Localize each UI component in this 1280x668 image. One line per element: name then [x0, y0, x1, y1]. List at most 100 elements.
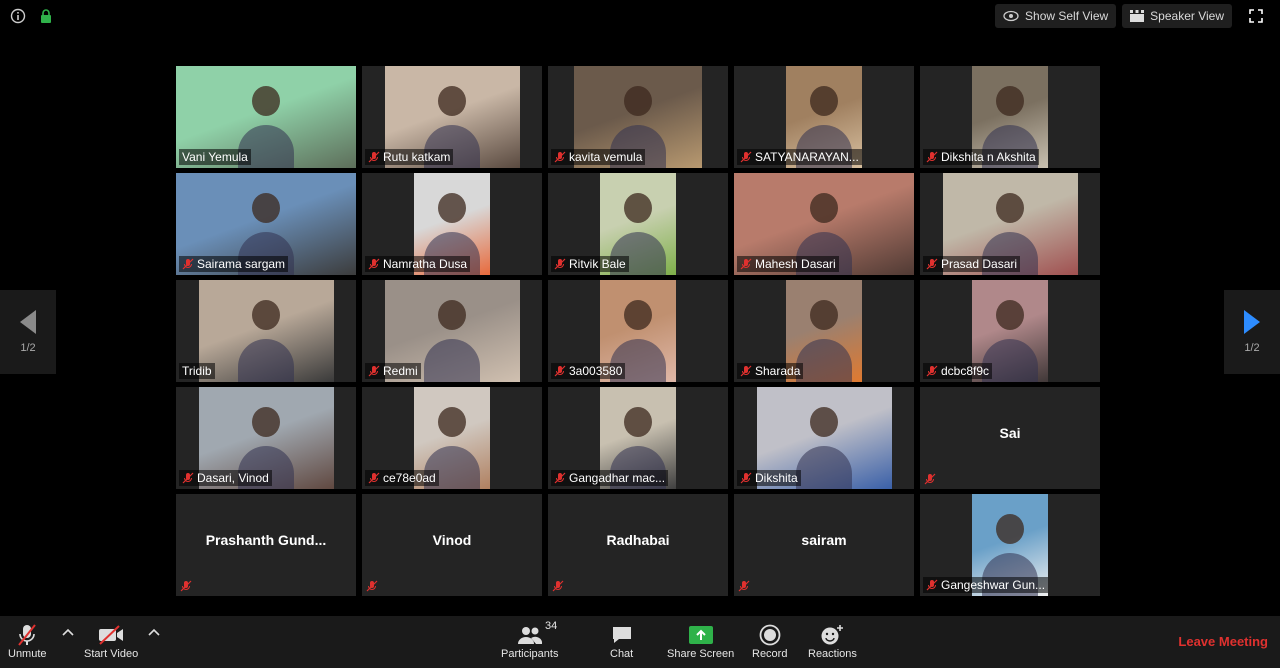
participant-tile[interactable]: sairam [734, 494, 914, 596]
participant-name: dcbc8f9c [941, 364, 990, 378]
participant-name: Tridib [182, 364, 212, 378]
participant-silhouette [252, 193, 280, 224]
muted-mic-icon [366, 580, 378, 592]
participant-tile[interactable]: Mahesh Dasari [734, 173, 914, 275]
participant-name-label: Dikshita [737, 470, 801, 486]
leave-meeting-button[interactable]: Leave Meeting [1178, 634, 1268, 649]
muted-mic-icon [182, 472, 194, 484]
participant-tile[interactable]: Rutu katkam [362, 66, 542, 168]
participants-label: Participants [501, 648, 559, 660]
participant-tile[interactable]: Gangadhar mac... [548, 387, 728, 489]
participant-tile[interactable]: kavita vemula [548, 66, 728, 168]
participant-name: sairam [801, 532, 847, 548]
participant-name: Prashanth Gund... [205, 532, 327, 548]
chat-button[interactable]: Chat [610, 622, 633, 660]
participant-tile[interactable]: 3a003580 [548, 280, 728, 382]
participant-tile[interactable]: Dikshita [734, 387, 914, 489]
participant-silhouette [996, 193, 1024, 224]
participant-tile[interactable]: Gangeshwar Gun... [920, 494, 1100, 596]
arrow-right-icon [1244, 310, 1260, 334]
participant-name-label: Gangeshwar Gun... [923, 577, 1049, 593]
start-video-button[interactable]: Start Video [84, 622, 138, 660]
participant-silhouette [996, 86, 1024, 117]
participant-tile[interactable]: Sai [920, 387, 1100, 489]
participant-tile[interactable]: Redmi [362, 280, 542, 382]
muted-mic-icon [180, 580, 192, 592]
meeting-toolbar: Unmute Start Video 34 Participants Chat … [0, 616, 1280, 668]
unmute-button[interactable]: Unmute [8, 622, 47, 660]
muted-mic-icon [368, 472, 380, 484]
lock-icon[interactable] [38, 8, 54, 24]
participant-silhouette [996, 300, 1024, 331]
participant-body [796, 339, 852, 382]
view-controls: Show Self View Speaker View [995, 4, 1268, 28]
participant-name: SATYANARAYAN... [755, 150, 859, 164]
muted-mic-icon [738, 580, 750, 592]
participant-tile[interactable]: Sairama sargam [176, 173, 356, 275]
participants-button[interactable]: 34 Participants [501, 620, 559, 660]
participant-silhouette [810, 86, 838, 117]
participant-name: Radhabai [606, 532, 670, 548]
audio-options-caret-icon[interactable] [61, 626, 75, 640]
participant-count: 34 [545, 620, 558, 632]
muted-mic-icon [182, 258, 194, 270]
record-label: Record [752, 648, 788, 660]
participant-name-label: Sharada [737, 363, 804, 379]
muted-mic-icon [554, 151, 566, 163]
participant-tile[interactable]: Ritvik Bale [548, 173, 728, 275]
participant-name-label: Vani Yemula [179, 149, 251, 165]
fullscreen-button[interactable] [1244, 4, 1268, 28]
participant-name-label: ce78e0ad [365, 470, 439, 486]
info-icon[interactable] [10, 8, 26, 24]
reactions-button[interactable]: Reactions [808, 622, 857, 660]
participant-tile[interactable]: Vinod [362, 494, 542, 596]
participant-tile[interactable]: SATYANARAYAN... [734, 66, 914, 168]
muted-mic-icon [924, 473, 936, 485]
participant-silhouette [810, 193, 838, 224]
share-screen-button[interactable]: Share Screen [667, 622, 734, 660]
participant-silhouette [624, 407, 652, 438]
show-self-view-button[interactable]: Show Self View [995, 4, 1117, 28]
participant-tile[interactable]: Dasari, Vinod [176, 387, 356, 489]
speaker-view-icon [1130, 10, 1145, 22]
participant-name-label: Namratha Dusa [365, 256, 471, 272]
participant-name-label: Dasari, Vinod [179, 470, 272, 486]
participant-tile[interactable]: Prasad Dasari [920, 173, 1100, 275]
previous-page-button[interactable]: 1/2 [0, 290, 56, 374]
participant-tile[interactable]: Radhabai [548, 494, 728, 596]
muted-mic-icon [740, 472, 752, 484]
record-button[interactable]: Record [752, 622, 787, 660]
participant-tile[interactable]: Sharada [734, 280, 914, 382]
muted-mic-icon [554, 472, 566, 484]
participant-tile[interactable]: Vani Yemula [176, 66, 356, 168]
speaker-view-label: Speaker View [1150, 9, 1224, 23]
participant-name: Dasari, Vinod [197, 471, 269, 485]
participant-silhouette [810, 300, 838, 331]
fullscreen-icon [1249, 9, 1263, 23]
share-screen-icon [688, 626, 713, 644]
participant-tile[interactable]: ce78e0ad [362, 387, 542, 489]
page-indicator-left: 1/2 [20, 342, 36, 354]
participant-body [796, 446, 852, 489]
video-off-icon [99, 625, 124, 645]
participant-tile[interactable]: Dikshita n Akshita [920, 66, 1100, 168]
participant-tile[interactable]: Tridib [176, 280, 356, 382]
eye-icon [1003, 10, 1019, 22]
next-page-button[interactable]: 1/2 [1224, 290, 1280, 374]
participant-name: Gangeshwar Gun... [941, 578, 1046, 592]
participant-silhouette [810, 407, 838, 438]
video-options-caret-icon[interactable] [147, 626, 161, 640]
speaker-view-button[interactable]: Speaker View [1122, 4, 1232, 28]
participant-name: 3a003580 [569, 364, 623, 378]
participant-name: Dikshita n Akshita [941, 150, 1036, 164]
participant-name: Vinod [432, 532, 472, 548]
muted-mic-icon [926, 151, 938, 163]
participant-silhouette [438, 193, 466, 224]
participant-tile[interactable]: Prashanth Gund... [176, 494, 356, 596]
participant-body [424, 339, 480, 382]
participant-tile[interactable]: Namratha Dusa [362, 173, 542, 275]
participant-name: Vani Yemula [182, 150, 248, 164]
participant-tile[interactable]: dcbc8f9c [920, 280, 1100, 382]
muted-mic-icon [552, 580, 564, 592]
participant-name: Ritvik Bale [569, 257, 626, 271]
